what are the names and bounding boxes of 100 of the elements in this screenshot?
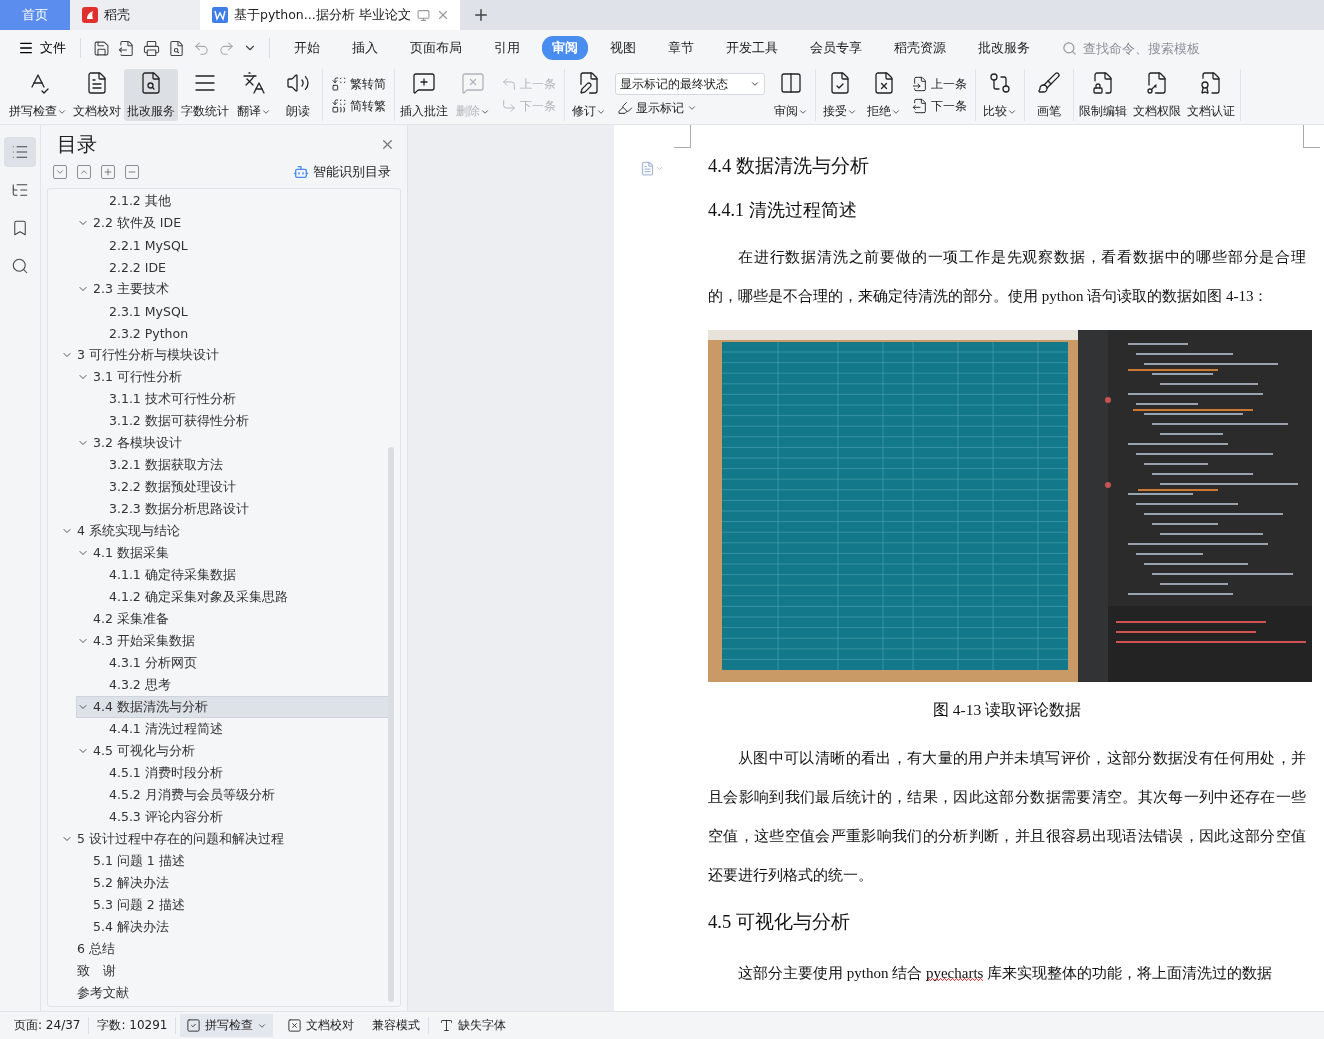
toc-item[interactable]: 4.1 数据采集 [76, 542, 392, 564]
toc-item[interactable]: 4.1.1 确定待采集数据 [92, 564, 400, 586]
toc-item[interactable]: 3.2.3 数据分析思路设计 [92, 498, 400, 520]
close-icon [380, 137, 395, 152]
expand-button[interactable] [101, 165, 115, 179]
section-heading: 4.5 可视化与分析 [708, 911, 851, 934]
toc-item[interactable]: 5.3 问题 2 描述 [76, 894, 392, 916]
menu-tab[interactable]: 开始 [284, 36, 330, 60]
toc-item[interactable]: 3.1.2 数据可获得性分析 [92, 410, 400, 432]
redo-icon [218, 39, 235, 57]
smart-toc-button[interactable]: 智能识别目录 [287, 162, 397, 182]
ribbon-button[interactable]: 画笔 [1027, 69, 1071, 121]
printer-icon [143, 39, 160, 57]
ribbon-button[interactable]: 比较 [978, 69, 1022, 121]
status-button[interactable]: 缺失字体 [433, 1014, 513, 1037]
toc-item[interactable]: 5 设计过程中存在的问题和解决过程 [60, 828, 376, 850]
search-icon [11, 257, 29, 275]
comment-delete-icon [461, 71, 485, 95]
menu-tab[interactable]: 开发工具 [716, 36, 788, 60]
document-tab[interactable]: 稻壳 [70, 0, 200, 30]
file-menu[interactable]: 文件 [12, 39, 72, 57]
status-button[interactable]: 拼写检查 [180, 1014, 274, 1037]
ribbon-button[interactable]: 下一条 [910, 97, 969, 115]
menu-tab[interactable]: 页面布局 [400, 36, 472, 60]
toc-item[interactable]: 2.1.2 其他 [92, 190, 400, 212]
toc-item[interactable]: 4.5.3 评论内容分析 [92, 806, 400, 828]
toc-item[interactable]: 4 系统实现与结论 [60, 520, 376, 542]
toc-item[interactable]: 4.5 可视化与分析 [76, 740, 392, 762]
toc-item[interactable]: 6 总结 [60, 938, 376, 960]
toc-item[interactable]: 5.1 问题 1 描述 [76, 850, 392, 872]
toc-item[interactable]: 参考文献 [60, 982, 376, 1004]
document-edit-icon [577, 71, 601, 95]
toc-item[interactable]: 4.3.2 思考 [92, 674, 400, 696]
expand-all-button[interactable] [53, 165, 67, 179]
toc-item[interactable]: 4.2 采集准备 [76, 608, 392, 630]
chevron-icon [55, 167, 65, 177]
toc-item[interactable]: 3.2.1 数据获取方法 [92, 454, 400, 476]
toc-item[interactable]: 2.3.1 MySQL [92, 300, 400, 322]
toc-item[interactable]: 3 可行性分析与模块设计 [60, 344, 376, 366]
toc-item[interactable]: 4.5.2 月消费与会员等级分析 [92, 784, 400, 806]
monitor-icon [416, 8, 430, 22]
brush-icon [1037, 71, 1061, 95]
toc-item[interactable]: 2.2.1 MySQL [92, 234, 400, 256]
markup-dropdown[interactable]: 显示标记的最终状态 [615, 73, 765, 95]
ribbon-button[interactable]: 上一条 [910, 75, 969, 93]
ribbon-button[interactable]: 显示标记 [615, 99, 765, 117]
ribbon-button[interactable]: 接受 [818, 69, 862, 121]
ribbon-button[interactable]: 拒绝 [862, 69, 906, 121]
toc-item[interactable]: 2.3.2 Python [92, 322, 400, 344]
toc-item[interactable]: 3.1.1 技术可行性分析 [92, 388, 400, 410]
menu-tab[interactable]: 稻壳资源 [884, 36, 956, 60]
collapse-button[interactable] [125, 165, 139, 179]
toc-item[interactable]: 5.2 解决办法 [76, 872, 392, 894]
menu-tab[interactable]: 章节 [658, 36, 704, 60]
menu-tab[interactable]: 会员专享 [800, 36, 872, 60]
ribbon-button[interactable]: 拼写检查 [6, 69, 70, 121]
toc-item[interactable]: 3.2 各模块设计 [76, 432, 392, 454]
ribbon-button[interactable]: 限制编辑 [1076, 69, 1130, 121]
search-icon [1062, 40, 1077, 56]
export-icon [118, 39, 135, 57]
panel-title: 目录 [57, 131, 97, 158]
toc-item[interactable]: 4.3 开始采集数据 [76, 630, 392, 652]
menu-tab[interactable]: 引用 [484, 36, 530, 60]
toc-item[interactable]: 4.1.2 确定采集对象及采集思路 [92, 586, 400, 608]
ribbon-button[interactable]: 文档权限 [1130, 69, 1184, 121]
toc-item[interactable]: 2.3 主要技术 [76, 278, 392, 300]
document-check-icon [828, 71, 852, 95]
menu-tab[interactable]: 插入 [342, 36, 388, 60]
sidebar-button[interactable] [4, 137, 36, 167]
menu-tab[interactable]: 视图 [600, 36, 646, 60]
toc-item[interactable]: 4.4.1 清洗过程简述 [92, 718, 400, 740]
comment-add-icon [412, 71, 436, 95]
ribbon-button[interactable]: 批改服务 [124, 69, 178, 121]
collapse-all-button[interactable] [77, 165, 91, 179]
section-heading: 4.4 数据清洗与分析 [708, 155, 870, 178]
ribbon-button[interactable]: 朗读 [276, 69, 320, 121]
toc-item[interactable]: 3.1 可行性分析 [76, 366, 392, 388]
toc-item[interactable]: 致 谢 [60, 960, 376, 982]
toc-item[interactable]: 5.4 解决办法 [76, 916, 392, 938]
status-button[interactable]: 文档校对 [281, 1014, 361, 1037]
toc-item[interactable]: 2.2.2 IDE [92, 256, 400, 278]
search-field[interactable]: 查找命令、搜索模板 [1062, 39, 1225, 57]
ribbon-button[interactable]: 插入批注 [397, 69, 451, 121]
scrollbar[interactable] [388, 447, 394, 1002]
ribbon-button[interactable]: 翻译 [232, 69, 276, 121]
corner-mark [674, 125, 691, 148]
menu-tab[interactable]: 批改服务 [968, 36, 1040, 60]
ribbon-button[interactable]: 文档认证 [1184, 69, 1238, 121]
ribbon-button[interactable]: 字数统计 [178, 69, 232, 121]
document-tab[interactable]: 基于python...据分析 毕业论文 [200, 0, 460, 30]
list-icon [11, 143, 29, 161]
ribbon-button[interactable]: 修订 [567, 69, 611, 121]
toc-item[interactable]: 4.5.1 消费时段分析 [92, 762, 400, 784]
toc-item[interactable]: 2.2 软件及 IDE [76, 212, 392, 234]
toc-item[interactable]: 3.2.2 数据预处理设计 [92, 476, 400, 498]
ribbon-button[interactable]: 繁转简 [329, 75, 388, 93]
ribbon-button[interactable]: 审阅 [769, 69, 813, 121]
ribbon-button[interactable]: 文档校对 [70, 69, 124, 121]
ribbon-button[interactable]: 简转繁 [329, 97, 388, 115]
toc-item[interactable]: 4.3.1 分析网页 [92, 652, 400, 674]
